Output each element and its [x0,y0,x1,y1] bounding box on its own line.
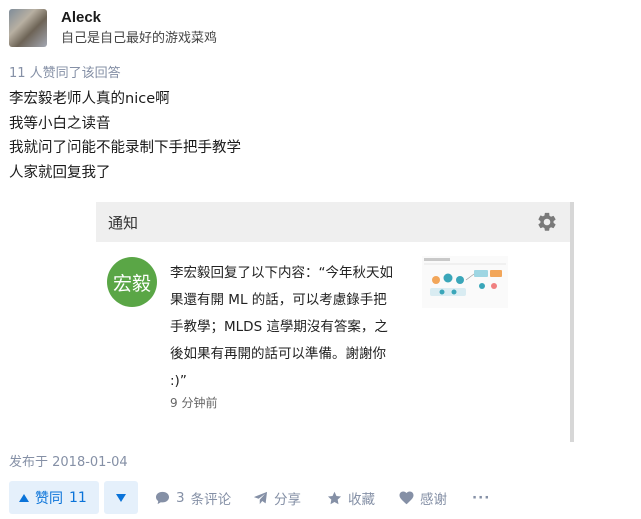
author-info: Aleck 自己是自己最好的游戏菜鸡 [61,9,217,47]
message-line: 後如果有再開的話可以準備。謝謝你 [170,346,386,362]
notification-message: 李宏毅回复了以下内容：“今年秋天如 果還有開 ML 的話，可以考慮錄手把 手教學… [170,260,410,395]
author-bio: 自己是自己最好的游戏菜鸡 [61,31,218,46]
content-line: 我就问了问能不能录制下手把手教学 [9,140,241,156]
vote-up-count: 11 [69,489,87,506]
thanks-label: 感谢 [420,491,447,508]
notification-title: 通知 [108,213,139,232]
publish-date[interactable]: 发布于 2018-01-04 [9,451,128,470]
arrow-up-icon [19,493,29,502]
collect-label: 收藏 [348,491,375,508]
notification-time: 9 分钟前 [170,396,218,410]
share-button[interactable]: 分享 [253,481,301,514]
more-icon: ··· [472,489,491,506]
notification-screenshot: 通知 宏毅 李宏毅回复了以下内容：“今年秋天如 果還有開 ML 的話，可以考慮錄… [96,202,574,442]
vote-up-button[interactable]: 赞同 11 [9,481,99,514]
content-line: 我等小白之读音 [9,115,111,132]
heart-icon [399,491,414,504]
answer-content: 李宏毅老师人真的nice啊 我等小白之读音 我就问了问能不能录制下手把手教学 人… [9,87,241,185]
answer-author: Aleck 自己是自己最好的游戏菜鸡 [9,9,217,47]
slide-thumbnail-image [422,256,508,308]
message-line: 李宏毅回复了以下内容：“今年秋天如 [170,265,393,281]
voters-count[interactable]: 11 人赞同了该回答 [9,62,121,81]
content-line: 李宏毅老师人真的nice啊 [9,91,170,107]
share-label: 分享 [274,491,301,508]
thanks-button[interactable]: 感谢 [399,481,447,514]
comment-count: 3 [176,489,185,506]
author-avatar[interactable] [9,9,47,47]
share-icon [253,491,268,504]
message-line: 果還有開 ML 的話，可以考慮錄手把 [170,292,387,308]
more-button[interactable]: ··· [472,481,490,514]
gear-icon [538,212,556,231]
star-icon [327,491,342,504]
comment-icon [155,491,170,504]
comment-button[interactable]: 3 条评论 [155,481,231,514]
comment-label: 条评论 [190,491,232,508]
collect-button[interactable]: 收藏 [327,481,375,514]
notification-header: 通知 [96,202,570,242]
author-name[interactable]: Aleck [61,9,217,27]
vote-up-label: 赞同 [35,490,63,507]
content-line: 人家就回复我了 [9,164,111,181]
arrow-down-icon [115,493,126,502]
message-line: 手教學；MLDS 這學期沒有答案，之 [170,319,388,335]
vote-down-button[interactable] [103,481,138,514]
action-bar: 赞同 11 3 条评论 分享 收藏 感谢 ··· [9,481,489,514]
sender-avatar: 宏毅 [107,257,157,307]
message-line: :)” [170,373,187,389]
